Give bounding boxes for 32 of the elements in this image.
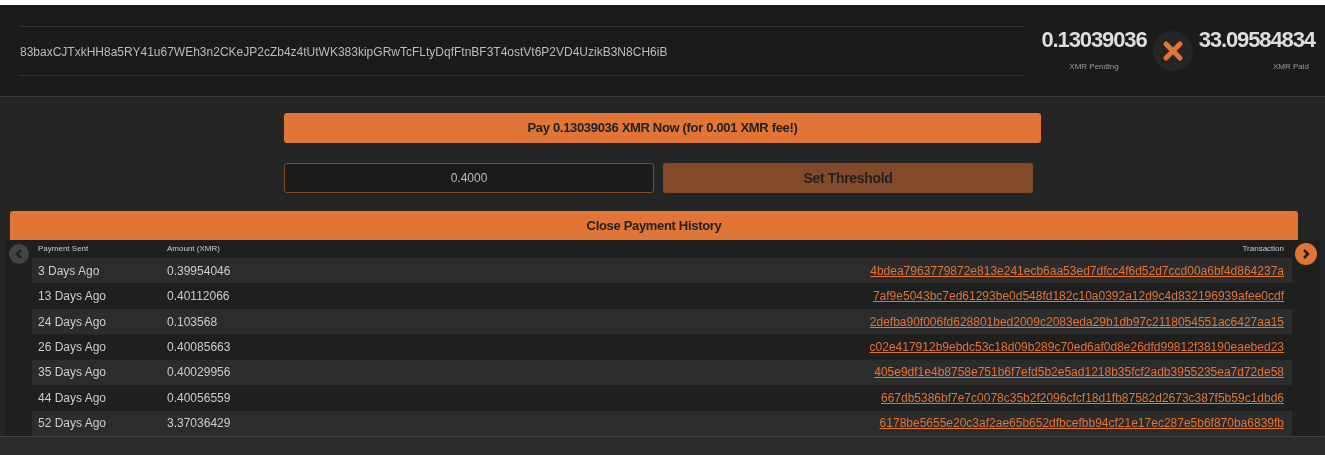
transaction-link[interactable]: 2defba90f006fd628801bed2009c2083eda29b1db97c2118054551ac6427aa15 [869,312,1292,331]
table-cell-text: 0.40056559 [167,389,232,407]
column-header: Payment Sent [37,242,90,255]
table-cell-text: 26 Days Ago [37,339,108,356]
column-header: Amount (XMR) [167,242,221,255]
table-cell-text: 0.40085663 [167,339,232,356]
paid-label: XMR Paid [1273,60,1309,73]
table-cell-text: 0.103568 [167,313,219,331]
transaction-link[interactable]: c02e417912b9ebdc53c18d09b289c70ed6af0d8e26dfd99812f38190eaebed23 [869,338,1292,356]
table-cell-text: 13 Days Ago [37,288,108,306]
paid-amount: 33.09584834 [1198,28,1315,51]
table-cell-text: 52 Days Ago [37,415,108,433]
table-cell-text: 0.39954046 [167,262,232,280]
pending-label: XMR Pending [1069,60,1119,73]
table-cell-text: 24 Days Ago [37,313,108,331]
threshold-field[interactable]: 0.4000 [284,163,654,193]
table-cell-text: 3.37036429 [167,415,232,433]
table-cell-text: 0.40112066 [167,288,231,306]
table-cell-text: 35 Days Ago [37,364,108,382]
pay-now-button[interactable]: Pay 0.13039036 XMR Now (for 0.001 XMR fee!) [284,113,1041,143]
table-cell-text: 44 Days Ago [37,389,108,407]
transaction-link[interactable]: 667db5386bf7e7c0078c35b2f2096cfcf18d1fb87582d2673c387f5b59c1dbd6 [880,388,1292,407]
transaction-link[interactable]: 6178be5655e20c3af2ae65b652dfbcefbb94cf21e17ec287e5b6f870ba6839fb [879,414,1292,433]
transaction-link[interactable]: 7af9e5043bc7ed61293be0d548fd182c10a0392a12d9c4d832196939afee0cdf [872,287,1292,306]
transaction-link[interactable]: 4bdea7963779872e813e241ecb6aa53ed7dfcc4f6d52d7ccd00a6bf4d864237a [870,261,1292,280]
transaction-link[interactable]: 405e9df1e4b8758e751b6f7efd5b2e5ad1218b35fcf2adb3955235ea7d72de58 [874,363,1292,382]
table-cell-text: 3 Days Ago [37,262,101,280]
wallet-address: 83baxCJTxkHH8a5RY41u67WEh3n2CKeJP2cZb4z4tUtWK383kipGRwTcFLtyDqfFtnBF3T4ostVt6P2VD4UzikB3N8CH6iB [20,44,668,59]
column-header: Transaction [1242,242,1285,255]
pending-amount: 0.13039036 [1041,28,1147,51]
table-cell-text: 0.40029956 [167,364,232,382]
close-history-button[interactable]: Close Payment History [10,211,1298,240]
